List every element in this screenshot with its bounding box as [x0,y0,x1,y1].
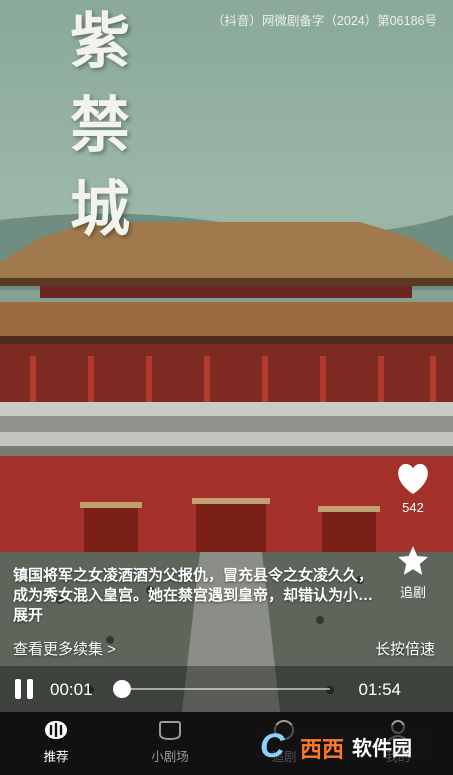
like-button[interactable]: 542 [385,462,441,515]
watermark-text: 软件园 [352,738,412,760]
star-icon [398,546,428,575]
follow-series-button[interactable]: 追剧 [385,544,441,601]
progress-knob[interactable] [113,680,131,698]
tab-label: 推荐 [43,750,69,764]
video-screen[interactable]: 紫 禁 城 （抖音）网微剧备字（2024）第06186号 542 追剧 镇国将军… [0,0,453,775]
calligraphy-char: 禁 [70,91,130,161]
watermark-text: 西西 [300,737,345,762]
pause-icon [15,679,21,699]
license-number: （抖音）网微剧备字（2024）第06186号 [211,14,437,28]
video-description[interactable]: 镇国将军之女凌酒酒为父报仇，冒充县令之女凌久久，成为秀女混入皇宫。她在禁宫遇到皇… [13,566,385,626]
follow-label: 追剧 [399,585,426,600]
tab-label: 小剧场 [151,750,189,764]
long-press-speed-hint: 长按倍速 [374,641,435,658]
title-calligraphy: 紫 禁 城 [70,0,130,252]
calligraphy-char: 紫 [70,7,130,77]
more-episodes-link[interactable]: 查看更多续集 > [13,638,116,659]
total-time: 01:54 [358,680,401,699]
player-controls: 00:01 01:54 [0,666,453,712]
theater-icon [159,721,181,741]
heart-icon [398,463,428,494]
recommend-icon [45,721,67,739]
tab-recommend[interactable]: 推荐 [16,718,96,765]
tab-theater[interactable]: 小剧场 [130,718,210,765]
like-count: 542 [402,500,424,515]
pause-button[interactable] [14,679,34,699]
watermark-logo: C [260,727,285,765]
site-watermark: C 西西 软件园 [254,725,434,765]
calligraphy-char: 城 [70,175,130,245]
pause-icon [27,679,33,699]
current-time: 00:01 [50,680,93,699]
progress-bar[interactable] [122,688,330,690]
